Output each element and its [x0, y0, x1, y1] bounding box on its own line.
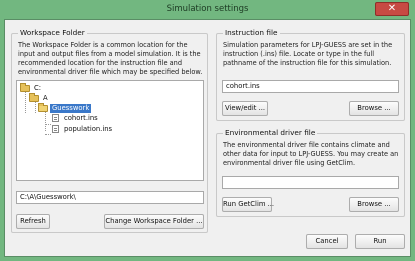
close-icon[interactable]: ✕: [375, 2, 409, 16]
view-edit-button[interactable]: View/edit ...: [222, 101, 268, 116]
workspace-folder-description: The Workspace Folder is a common locatio…: [18, 41, 203, 76]
run-button[interactable]: Run: [355, 234, 405, 249]
tree-file-population[interactable]: population.ins: [52, 125, 114, 134]
workspace-path-field[interactable]: C:\A\Guesswork\: [16, 191, 204, 204]
workspace-folder-title: Workspace Folder: [18, 28, 87, 38]
workspace-folder-group: Workspace Folder The Workspace Folder is…: [11, 28, 208, 233]
file-icon: [52, 114, 59, 122]
instruction-file-group: Instruction file Simulation parameters f…: [216, 28, 405, 121]
folder-icon: [29, 93, 39, 102]
change-workspace-folder-button[interactable]: Change Workspace Folder ...: [104, 214, 204, 229]
tree-node-guesswork[interactable]: Guesswork: [38, 103, 92, 113]
open-folder-icon: [38, 103, 48, 112]
file-icon: [52, 125, 59, 133]
tree-file-cohort[interactable]: cohort.ins: [52, 114, 100, 123]
instruction-file-title: Instruction file: [223, 28, 280, 38]
instruction-browse-button[interactable]: Browse ...: [349, 101, 399, 116]
instruction-file-field[interactable]: cohort.ins: [222, 80, 399, 93]
environmental-driver-file-group: Environmental driver file The environmen…: [216, 128, 405, 217]
tree-node-root[interactable]: C:: [20, 83, 43, 93]
environmental-driver-file-title: Environmental driver file: [223, 128, 318, 138]
window-title: Simulation settings: [166, 4, 249, 14]
environmental-driver-file-description: The environmental driver file contains c…: [223, 141, 399, 167]
refresh-button[interactable]: Refresh: [16, 214, 50, 229]
tree-node-a[interactable]: A: [29, 93, 50, 103]
simulation-settings-window: Simulation settings ✕ Workspace Folder T…: [0, 0, 415, 261]
environmental-driver-file-field[interactable]: [222, 176, 399, 189]
driver-browse-button[interactable]: Browse ...: [349, 197, 399, 212]
dialog-client-area: Workspace Folder The Workspace Folder is…: [4, 19, 411, 257]
cancel-button[interactable]: Cancel: [306, 234, 348, 249]
folder-icon: [20, 83, 30, 92]
folder-tree[interactable]: C: A Guesswork cohort.ins population.ins: [16, 80, 204, 181]
instruction-file-description: Simulation parameters for LPJ-GUESS are …: [223, 41, 393, 67]
run-getclim-button[interactable]: Run GetClim ...: [222, 197, 274, 212]
